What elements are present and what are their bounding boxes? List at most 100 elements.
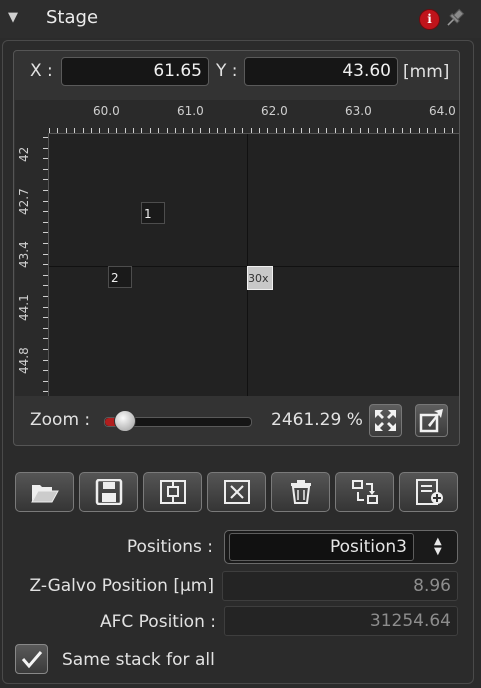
positions-value[interactable]: Position3 <box>229 533 414 561</box>
v-ruler-tick <box>43 307 48 308</box>
fit-view-button[interactable] <box>369 404 402 437</box>
h-ruler-tick <box>410 128 411 133</box>
crosshair-vertical <box>247 134 248 396</box>
h-ruler-tick <box>267 128 268 133</box>
v-ruler-tick <box>43 370 48 371</box>
h-ruler-tick <box>259 128 260 133</box>
current-position-marker[interactable]: 30x <box>247 266 273 290</box>
set-position-button[interactable] <box>143 472 202 512</box>
h-ruler-tick <box>49 128 50 133</box>
h-ruler-tick <box>385 128 386 133</box>
h-ruler-tick <box>99 128 100 133</box>
v-tick-label: 42 <box>17 146 31 162</box>
afc-label: AFC Position : <box>99 612 216 632</box>
zoom-label: Zoom : <box>30 410 91 430</box>
v-ruler-tick <box>43 190 48 191</box>
save-button[interactable] <box>79 472 138 512</box>
v-tick-label: 43.4 <box>17 241 31 268</box>
h-ruler-tick <box>360 128 361 133</box>
open-folder-icon <box>31 485 59 503</box>
reorder-button[interactable] <box>335 472 394 512</box>
v-ruler-tick <box>43 232 48 233</box>
add-list-button[interactable] <box>399 472 458 512</box>
h-tick-label: 60.0 <box>93 104 120 118</box>
y-label: Y : <box>216 61 238 81</box>
v-tick-label: 44.8 <box>17 347 31 374</box>
h-ruler-tick <box>141 128 142 133</box>
h-ruler-tick <box>427 128 428 133</box>
v-ruler-tick <box>43 222 48 223</box>
v-ruler-tick <box>43 148 48 149</box>
h-ruler-tick <box>284 128 285 133</box>
h-ruler-tick <box>452 128 453 133</box>
afc-field: 31254.64 <box>224 606 458 636</box>
position-marker[interactable]: 1 <box>141 202 165 224</box>
h-tick-label: 61.0 <box>177 104 204 118</box>
zgalvo-field: 8.96 <box>222 571 458 601</box>
h-ruler-tick <box>419 128 420 133</box>
delete-button[interactable] <box>271 472 330 512</box>
h-ruler-tick <box>133 128 134 133</box>
set-position-icon <box>160 480 186 504</box>
h-ruler-tick <box>74 128 75 133</box>
h-ruler-tick <box>351 128 352 133</box>
v-ruler-tick <box>43 275 48 276</box>
v-ruler-tick <box>43 137 48 138</box>
v-ruler-tick <box>43 254 48 255</box>
h-ruler-tick <box>393 128 394 133</box>
v-ruler-tick <box>43 169 48 170</box>
triangle-down-icon[interactable]: ▼ <box>8 10 18 25</box>
map-plot-area[interactable] <box>49 134 459 396</box>
v-ruler-tick <box>43 391 48 392</box>
unit-label: [mm] <box>403 62 450 82</box>
x-field[interactable]: 61.65 <box>61 57 209 86</box>
x-label: X : <box>30 61 53 81</box>
v-ruler-tick <box>43 179 48 180</box>
h-ruler-tick <box>301 128 302 133</box>
v-ruler-tick <box>43 201 48 202</box>
h-ruler-tick <box>158 128 159 133</box>
position-marker[interactable]: 2 <box>108 266 132 288</box>
h-ruler-tick <box>217 128 218 133</box>
h-tick-label: 64.0 <box>429 104 456 118</box>
v-ruler-tick <box>43 158 48 159</box>
h-ruler-tick <box>83 128 84 133</box>
add-list-icon <box>416 479 443 505</box>
pin-icon[interactable] <box>444 7 466 29</box>
h-ruler-tick <box>293 128 294 133</box>
h-ruler-tick <box>276 128 277 133</box>
zoom-slider-thumb[interactable] <box>113 410 136 432</box>
v-ruler-tick <box>43 264 48 265</box>
h-ruler-tick <box>318 128 319 133</box>
same-stack-checkbox[interactable] <box>15 644 48 674</box>
v-ruler-tick <box>43 349 48 350</box>
clear-position-button[interactable] <box>207 472 266 512</box>
zoom-value: 2461.29 % <box>271 410 363 430</box>
h-ruler-tick <box>66 128 67 133</box>
info-icon[interactable]: i <box>419 9 440 30</box>
checkmark-icon <box>21 651 43 669</box>
h-ruler-tick <box>251 128 252 133</box>
h-ruler-tick <box>200 128 201 133</box>
h-ruler-tick <box>209 128 210 133</box>
clear-position-icon <box>224 480 250 504</box>
open-folder-button[interactable] <box>15 472 74 512</box>
h-ruler-tick <box>402 128 403 133</box>
ruler-corner <box>15 100 48 133</box>
expand-icon <box>375 410 396 431</box>
panel-title: Stage <box>46 7 99 28</box>
v-ruler-tick <box>43 285 48 286</box>
h-ruler-tick <box>108 128 109 133</box>
y-field[interactable]: 43.60 <box>244 57 398 86</box>
v-ruler-tick <box>43 381 48 382</box>
h-ruler-tick <box>225 128 226 133</box>
h-ruler-tick <box>175 128 176 133</box>
v-ruler-tick <box>43 243 48 244</box>
h-ruler-tick <box>91 128 92 133</box>
h-ruler-tick <box>435 128 436 133</box>
h-ruler-tick <box>444 128 445 133</box>
v-ruler-tick <box>43 328 48 329</box>
h-ruler-tick <box>326 128 327 133</box>
go-to-position-button[interactable] <box>415 404 448 437</box>
spin-arrows-icon[interactable]: ▲ ▼ <box>434 537 442 557</box>
